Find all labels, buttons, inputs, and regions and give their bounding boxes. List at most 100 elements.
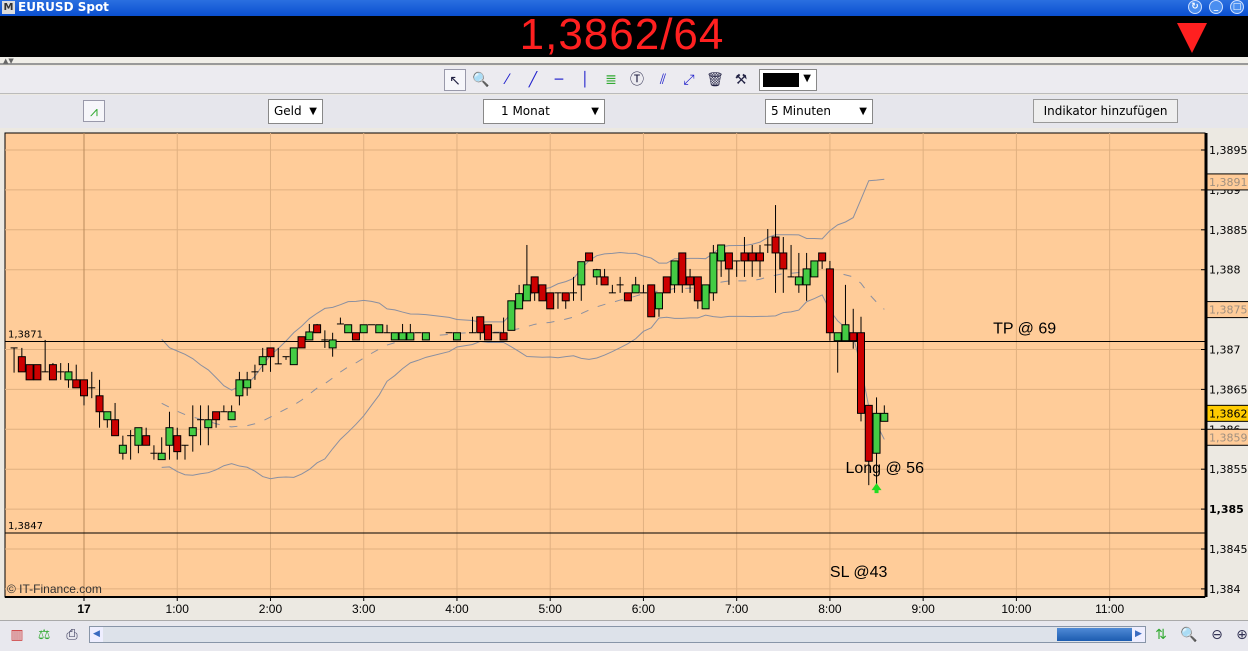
horizontal-line-icon[interactable]: ─	[548, 69, 570, 91]
chart-type-icon[interactable]: ⩘	[83, 100, 105, 122]
candle-body-down	[476, 316, 485, 334]
candles-icon[interactable]: ▥	[7, 625, 27, 645]
candle-body-down	[33, 364, 42, 381]
level-line-label: 1,3847	[8, 521, 43, 532]
x-tick-label: 9:00	[911, 602, 935, 616]
candle-body-down	[95, 395, 104, 413]
drawing-toolbar: ↖ 🔍 ⁄ ╱ ─ │ ≣ Ⓣ ⫽ ⤢ 🗑 ⚒ ▼	[0, 66, 1248, 94]
scroll-right-icon[interactable]: ▶	[1132, 627, 1145, 642]
candle-body-down	[818, 252, 827, 262]
candle-body-up	[709, 252, 718, 294]
y-tick-label: 1,3895	[1209, 144, 1248, 157]
candle	[507, 300, 516, 331]
candle-body-up	[243, 379, 252, 389]
zoom-fit-icon[interactable]: 🔍	[1179, 625, 1199, 645]
x-tick-label: 5:00	[539, 602, 563, 616]
y-tick-label: 1,3865	[1209, 383, 1248, 396]
candle-body-down	[693, 276, 702, 302]
candle-body-down	[17, 356, 26, 373]
color-picker[interactable]: ▼	[759, 69, 817, 91]
candle-body-up	[235, 379, 244, 397]
fibonacci-icon[interactable]: ≣	[600, 69, 622, 91]
line-icon[interactable]: ⁄	[496, 69, 518, 91]
candle-body-down	[142, 435, 151, 446]
splitter-arrows[interactable]: ▲▼	[3, 57, 14, 65]
candle-body-down	[530, 276, 539, 294]
candle-body-up	[421, 332, 430, 341]
chevron-down-icon: ▼	[803, 73, 811, 84]
candle	[585, 252, 594, 262]
autoscale-icon[interactable]: ⇅	[1151, 625, 1171, 645]
candle-body-down	[600, 276, 609, 286]
candle	[421, 332, 430, 341]
x-tick-label: 4:00	[445, 602, 469, 616]
candle-body-down	[72, 379, 81, 389]
parallel-icon[interactable]: ⤢	[678, 69, 700, 91]
chevron-down-icon: ▼	[859, 106, 867, 117]
chevron-down-icon: ▼	[309, 106, 317, 117]
price-tag-label: 1,3862	[1209, 407, 1248, 420]
candle-body-down	[111, 419, 120, 437]
trash-icon[interactable]: 🗑	[704, 69, 726, 91]
channel-icon[interactable]: ⫽	[652, 69, 674, 91]
chart-annotation: Long @ 56	[845, 460, 924, 477]
candle-body-up	[833, 332, 842, 342]
x-tick-label: 3:00	[352, 602, 376, 616]
chart-scrollbar[interactable]: ◀ ▶	[89, 626, 1146, 643]
candle	[825, 260, 834, 341]
candle-body-up	[631, 284, 640, 294]
price-tag-label: 1,3875	[1209, 304, 1248, 317]
candle-body-down	[25, 364, 34, 381]
tools-icon[interactable]: ⚒	[730, 69, 752, 91]
candle-body-up	[802, 268, 811, 286]
quote-price-text: 1,3862/64	[519, 10, 725, 59]
cursor-icon[interactable]: ↖	[444, 69, 466, 91]
candle-body-down	[755, 252, 764, 262]
price-type-value: Geld	[274, 104, 302, 118]
x-tick-label: 6:00	[632, 602, 656, 616]
candle	[662, 276, 671, 294]
text-icon[interactable]: Ⓣ	[626, 69, 648, 91]
scroll-thumb[interactable]	[1057, 628, 1133, 641]
candle-body-down	[748, 252, 757, 262]
zoom-icon[interactable]: 🔍	[470, 69, 492, 91]
scroll-left-icon[interactable]: ◀	[90, 627, 103, 642]
price-chart[interactable]: 1,38951,3891,38851,3881,3871,38651,3861,…	[0, 128, 1248, 620]
zoom-out-icon[interactable]: ⊖	[1207, 625, 1227, 645]
x-tick-label: 8:00	[818, 602, 842, 616]
candle-body-up	[794, 276, 803, 286]
add-indicator-button[interactable]: Indikator hinzufügen	[1033, 99, 1178, 123]
candle-body-up	[103, 411, 112, 421]
candle-body-down	[313, 324, 322, 334]
zoom-in-icon[interactable]: ⊕	[1232, 625, 1248, 645]
candle-body-down	[825, 268, 834, 334]
candle-body-down	[484, 324, 493, 341]
candle-body-up	[872, 412, 881, 454]
interval-select[interactable]: 5 Minuten ▼	[765, 99, 873, 124]
splitter[interactable]: ▲▼	[0, 57, 1248, 65]
candle-body-down	[561, 292, 570, 302]
candle-body-up	[258, 356, 267, 366]
candle	[359, 324, 368, 334]
trendline-icon[interactable]: ╱	[522, 69, 544, 91]
candle-body-down	[857, 332, 865, 414]
print-icon[interactable]: ⎙	[62, 625, 82, 645]
candle-body-up	[328, 339, 337, 349]
candle-body-up	[717, 244, 726, 262]
candle-body-down	[351, 332, 360, 341]
chart-annotation: TP @ 69	[993, 321, 1056, 338]
candle-body-up	[701, 284, 710, 310]
candle-body-down	[538, 284, 547, 302]
chevron-down-icon: ▼	[591, 106, 599, 117]
range-select[interactable]: 1 Monat ▼	[483, 99, 605, 124]
compare-icon[interactable]: ⚖	[34, 625, 54, 645]
vertical-line-icon[interactable]: │	[574, 69, 596, 91]
candle	[313, 323, 322, 334]
candle-body-down	[678, 252, 687, 286]
price-tag-label: 1,3891	[1209, 176, 1248, 189]
x-tick-label: 7:00	[725, 602, 749, 616]
candle	[701, 284, 710, 310]
y-tick-label: 1,388	[1209, 264, 1241, 277]
price-type-select[interactable]: Geld ▼	[268, 99, 323, 124]
candle-body-up	[654, 292, 663, 310]
